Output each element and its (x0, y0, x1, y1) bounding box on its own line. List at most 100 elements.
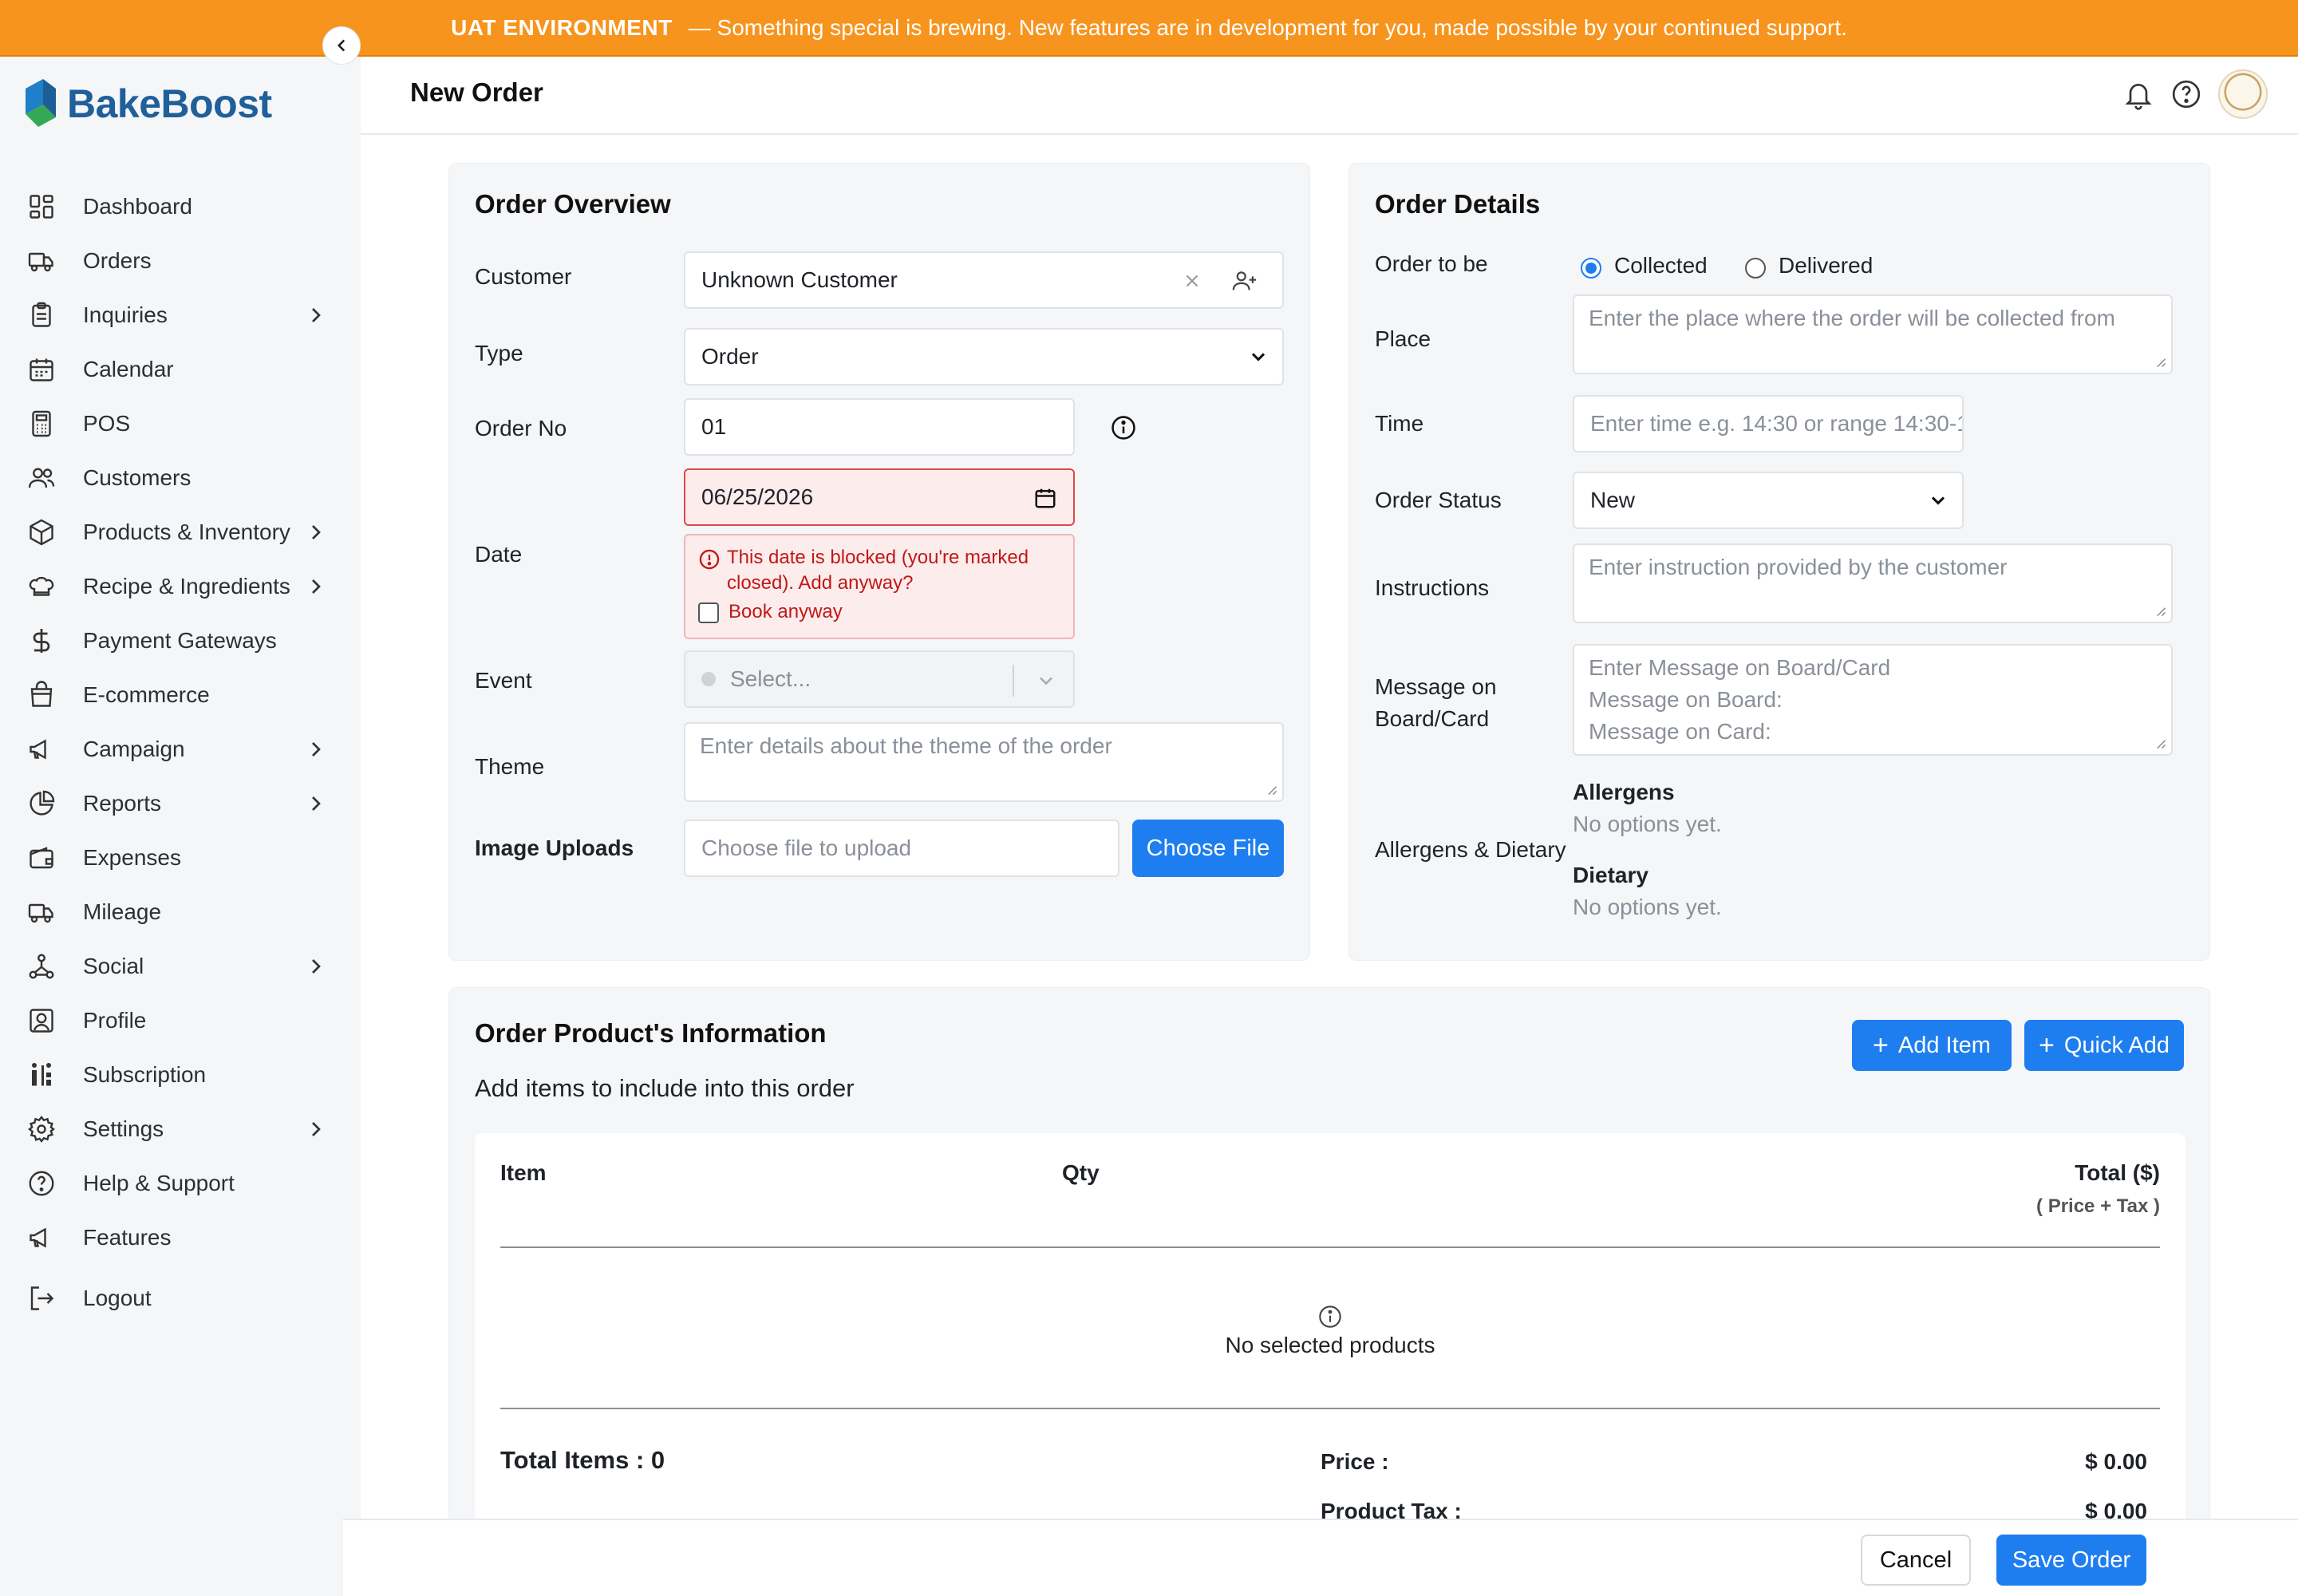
calendar-icon (26, 354, 57, 385)
dietary-empty: No options yet. (1573, 895, 1722, 919)
chevron-down-icon (1040, 677, 1052, 685)
book-anyway-checkbox[interactable] (698, 602, 719, 623)
sidebar-item-label: Campaign (83, 737, 185, 761)
quick-add-label: Quick Add (2063, 1032, 2170, 1058)
brand-logo-icon (26, 79, 56, 127)
resize-handle-icon[interactable] (1266, 784, 1277, 796)
sidebar-item-payment-gateways[interactable]: Payment Gateways (0, 614, 343, 668)
type-select[interactable]: Order (684, 328, 1284, 385)
resize-handle-icon[interactable] (2155, 357, 2166, 368)
customer-field[interactable]: Unknown Customer (684, 251, 1284, 309)
sidebar-item-label: Inquiries (83, 302, 168, 327)
sidebar-item-profile[interactable]: Profile (0, 994, 343, 1048)
instructions-label: Instructions (1375, 575, 1490, 600)
sidebar-item-settings[interactable]: Settings (0, 1102, 343, 1156)
sidebar-item-dashboard[interactable]: Dashboard (0, 180, 343, 234)
cancel-button[interactable]: Cancel (1861, 1535, 1971, 1586)
chevron-right-icon (312, 1122, 321, 1136)
add-item-button[interactable]: + Add Item (1852, 1020, 2012, 1071)
resize-handle-icon[interactable] (2155, 738, 2166, 749)
choose-file-button[interactable]: Choose File (1132, 820, 1284, 877)
sidebar-item-subscription[interactable]: Subscription (0, 1048, 343, 1102)
resize-handle-icon[interactable] (2155, 606, 2166, 617)
instructions-textarea[interactable]: Enter instruction provided by the custom… (1573, 543, 2173, 623)
book-anyway-label: Book anyway (728, 601, 843, 622)
avatar[interactable] (2218, 69, 2268, 119)
form-footer: Cancel Save Order (343, 1519, 2298, 1596)
save-order-button[interactable]: Save Order (1996, 1535, 2146, 1586)
column-header-item: Item (500, 1160, 547, 1185)
sidebar-item-pos[interactable]: POS (0, 397, 343, 451)
event-label: Event (475, 668, 532, 693)
sidebar-item-orders[interactable]: Orders (0, 234, 343, 288)
clear-icon[interactable] (1182, 271, 1202, 291)
sidebar-item-label: Subscription (83, 1062, 207, 1087)
logout-icon (26, 1282, 57, 1314)
info-icon[interactable] (1110, 414, 1137, 441)
collected-radio[interactable] (1581, 258, 1601, 279)
megaphone-icon (26, 1222, 57, 1254)
sidebar-item-social[interactable]: Social (0, 939, 343, 994)
event-select[interactable]: Select... (684, 650, 1075, 708)
order-status-value: New (1590, 488, 1636, 512)
sidebar-item-ecommerce[interactable]: E-commerce (0, 668, 343, 722)
sidebar-item-customers[interactable]: Customers (0, 451, 343, 505)
instructions-placeholder: Enter instruction provided by the custom… (1589, 555, 2008, 579)
file-upload-placeholder: Choose file to upload (701, 836, 912, 860)
allergens-empty: No options yet. (1573, 812, 1722, 836)
message-placeholder-line: Message on Card: (1589, 719, 1771, 744)
type-value: Order (701, 344, 759, 369)
place-label: Place (1375, 326, 1431, 351)
quick-add-button[interactable]: + Quick Add (2024, 1020, 2184, 1071)
top-header: New Order (361, 57, 2298, 135)
sidebar-item-label: POS (83, 411, 131, 436)
order-details-title: Order Details (1375, 189, 1541, 219)
chevron-right-icon (312, 579, 321, 594)
sidebar-item-expenses[interactable]: Expenses (0, 831, 343, 885)
sidebar-item-help-support[interactable]: Help & Support (0, 1156, 343, 1211)
file-upload-input[interactable]: Choose file to upload (684, 820, 1119, 877)
sidebar-item-label: Social (83, 954, 144, 978)
sidebar-item-features[interactable]: Features (0, 1211, 343, 1265)
theme-label: Theme (475, 754, 545, 779)
sidebar-item-reports[interactable]: Reports (0, 776, 343, 831)
theme-textarea[interactable]: Enter details about the theme of the ord… (684, 722, 1284, 802)
delivered-radio[interactable] (1745, 258, 1766, 279)
calendar-icon[interactable] (1033, 486, 1057, 510)
collected-label: Collected (1614, 253, 1708, 278)
date-input[interactable]: 06/25/2026 (684, 468, 1075, 526)
clipboard-icon (26, 299, 57, 331)
order-no-input[interactable]: 01 (684, 398, 1075, 456)
sidebar-item-campaign[interactable]: Campaign (0, 722, 343, 776)
event-placeholder: Select... (730, 666, 811, 691)
order-overview-title: Order Overview (475, 189, 671, 219)
order-products-subtitle: Add items to include into this order (475, 1074, 855, 1102)
help-icon[interactable] (2169, 77, 2204, 112)
date-error-text: This date is blocked (you're marked clos… (727, 547, 1029, 594)
sidebar-item-label: Calendar (83, 357, 174, 381)
wallet-icon (26, 842, 57, 874)
dietary-title: Dietary (1573, 863, 1648, 887)
delivered-label: Delivered (1779, 253, 1874, 278)
sidebar-item-label: Expenses (83, 845, 181, 870)
brand[interactable]: BakeBoost (22, 77, 272, 130)
order-status-select[interactable]: New (1573, 472, 1964, 529)
sidebar-item-inquiries[interactable]: Inquiries (0, 288, 343, 342)
add-user-icon[interactable] (1231, 267, 1258, 294)
sidebar-item-calendar[interactable]: Calendar (0, 342, 343, 397)
empty-products-message: No selected products (1225, 1333, 1435, 1357)
sidebar-collapse-button[interactable] (322, 26, 361, 65)
bell-icon[interactable] (2121, 77, 2156, 112)
date-value: 06/25/2026 (701, 484, 814, 509)
sidebar-item-recipe-ingredients[interactable]: Recipe & Ingredients (0, 559, 343, 614)
sidebar-item-logout[interactable]: Logout (0, 1271, 343, 1325)
sidebar-item-label: Reports (83, 791, 162, 816)
user-square-icon (26, 1005, 57, 1037)
sidebar-item-mileage[interactable]: Mileage (0, 885, 343, 939)
place-textarea[interactable]: Enter the place where the order will be … (1573, 294, 2173, 374)
sidebar-item-products-inventory[interactable]: Products & Inventory (0, 505, 343, 559)
sidebar: BakeBoost Dashboard Orders Inquiries Cal… (0, 57, 343, 1596)
message-textarea[interactable]: Enter Message on Board/Card Message on B… (1573, 644, 2173, 756)
time-input[interactable]: Enter time e.g. 14:30 or range 14:30-15: (1573, 395, 1964, 452)
chevron-down-icon (1931, 496, 1945, 505)
